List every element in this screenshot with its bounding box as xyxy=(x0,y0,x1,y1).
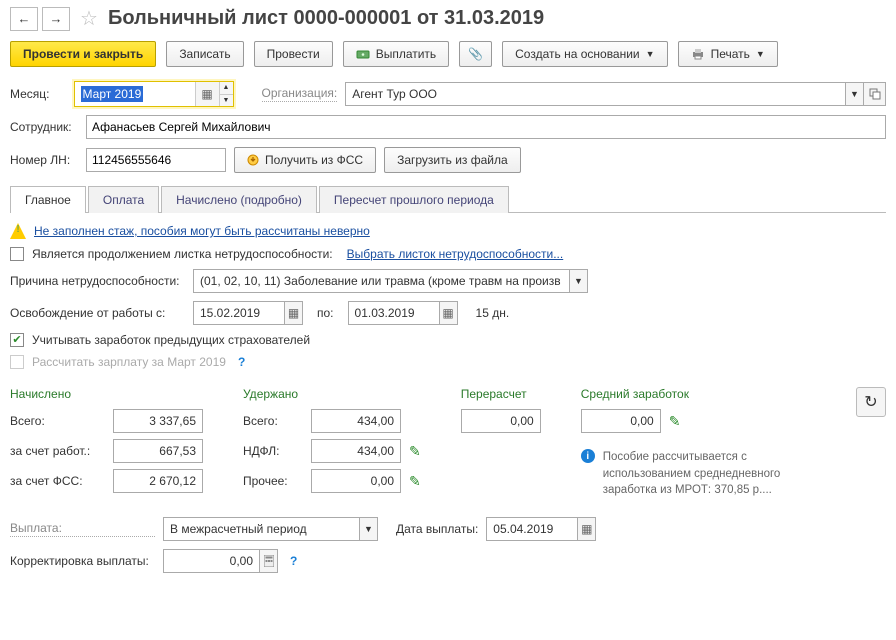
tab-main[interactable]: Главное xyxy=(10,186,86,213)
accrued-employer-field[interactable]: 667,53 xyxy=(113,439,203,463)
tab-prev-period-recalc[interactable]: Пересчет прошлого периода xyxy=(319,186,509,213)
withheld-total-field[interactable]: 434,00 xyxy=(311,409,401,433)
accrued-total-label: Всего: xyxy=(10,414,105,428)
warning-icon xyxy=(10,223,26,239)
printer-icon xyxy=(691,47,705,61)
recalc-field[interactable]: 0,00 xyxy=(461,409,541,433)
avg-info-text: Пособие рассчитывается с использованием … xyxy=(603,449,811,499)
edit-ndfl-icon[interactable]: ✎ xyxy=(409,443,421,460)
pay-button-label: Выплатить xyxy=(376,47,437,61)
edit-other-icon[interactable]: ✎ xyxy=(409,473,421,490)
withheld-ndfl-label: НДФЛ: xyxy=(243,444,303,458)
accrued-fss-label: за счет ФСС: xyxy=(10,474,105,488)
month-input[interactable]: Март 2019 ▦ ▲ ▼ xyxy=(74,81,234,107)
continuation-checkbox[interactable] xyxy=(10,247,24,261)
get-from-fss-button[interactable]: Получить из ФСС xyxy=(234,147,376,173)
month-up[interactable]: ▲ xyxy=(220,82,233,95)
employee-field[interactable] xyxy=(86,115,886,139)
prev-insurers-checkbox[interactable] xyxy=(10,333,24,347)
chevron-down-icon: ▼ xyxy=(756,49,765,59)
post-and-close-button[interactable]: Провести и закрыть xyxy=(10,41,156,67)
month-label: Месяц: xyxy=(10,87,50,101)
payout-type-dropdown[interactable]: ▼ xyxy=(360,517,378,541)
recompute-button[interactable]: ↻ xyxy=(856,387,886,417)
recalc-salary-checkbox xyxy=(10,355,24,369)
organization-label: Организация: xyxy=(262,86,338,102)
payout-date-label: Дата выплаты: xyxy=(396,522,478,536)
avg-earn-header: Средний заработок xyxy=(581,387,689,401)
period-to-label: по: xyxy=(317,306,334,320)
favorite-star-icon[interactable]: ☆ xyxy=(80,6,98,31)
payout-date-calendar[interactable]: ▦ xyxy=(578,517,596,541)
period-to-field[interactable]: 01.03.2019 xyxy=(348,301,440,325)
payout-correction-calc[interactable] xyxy=(260,549,278,573)
paperclip-icon: 📎 xyxy=(468,47,483,61)
info-icon: i xyxy=(581,449,595,463)
accrued-total-field[interactable]: 3 337,65 xyxy=(113,409,203,433)
download-icon xyxy=(247,154,259,166)
page-title: Больничный лист 0000-000001 от 31.03.201… xyxy=(108,7,544,30)
avg-earn-field[interactable]: 0,00 xyxy=(581,409,661,433)
ln-number-label: Номер ЛН: xyxy=(10,153,78,167)
create-based-on-button[interactable]: Создать на основании ▼ xyxy=(502,41,667,67)
period-days: 15 дн. xyxy=(476,306,510,320)
pay-button[interactable]: Выплатить xyxy=(343,41,450,67)
choose-ln-link[interactable]: Выбрать листок нетрудоспособности... xyxy=(347,247,564,261)
tab-payment[interactable]: Оплата xyxy=(88,186,159,213)
period-to-calendar[interactable]: ▦ xyxy=(440,301,458,325)
recalc-salary-label: Рассчитать зарплату за Март 2019 xyxy=(32,355,226,369)
reason-dropdown[interactable]: ▼ xyxy=(570,269,588,293)
save-button[interactable]: Записать xyxy=(166,41,243,67)
chevron-down-icon: ▼ xyxy=(646,49,655,59)
reason-field[interactable]: (01, 02, 10, 11) Заболевание или травма … xyxy=(193,269,570,293)
post-button[interactable]: Провести xyxy=(254,41,333,67)
period-from-field[interactable]: 15.02.2019 xyxy=(193,301,285,325)
month-down[interactable]: ▼ xyxy=(220,95,233,107)
accrued-employer-label: за счет работ.: xyxy=(10,444,105,458)
payout-type-field[interactable]: В межрасчетный период xyxy=(163,517,360,541)
money-icon xyxy=(356,47,370,61)
refresh-icon: ↻ xyxy=(864,392,877,412)
tab-accrued-detail[interactable]: Начислено (подробно) xyxy=(161,186,317,213)
payout-correction-label: Корректировка выплаты: xyxy=(10,554,155,568)
forward-button[interactable]: → xyxy=(42,7,70,31)
print-button[interactable]: Печать ▼ xyxy=(678,41,778,67)
withheld-ndfl-field[interactable]: 434,00 xyxy=(311,439,401,463)
warning-link[interactable]: Не заполнен стаж, пособия могут быть рас… xyxy=(34,224,370,238)
ln-number-field[interactable] xyxy=(86,148,226,172)
organization-dropdown[interactable]: ▼ xyxy=(846,82,864,106)
period-from-label: Освобождение от работы с: xyxy=(10,306,185,320)
create-based-label: Создать на основании xyxy=(515,47,640,61)
accrued-header: Начислено xyxy=(10,387,203,401)
tabs: Главное Оплата Начислено (подробно) Пере… xyxy=(10,185,886,213)
back-button[interactable]: ← xyxy=(10,7,38,31)
accrued-fss-field[interactable]: 2 670,12 xyxy=(113,469,203,493)
calendar-icon[interactable]: ▦ xyxy=(195,82,219,106)
toolbar: Провести и закрыть Записать Провести Вып… xyxy=(10,41,886,67)
prev-insurers-label: Учитывать заработок предыдущих страховат… xyxy=(32,333,310,347)
help-icon[interactable]: ? xyxy=(290,554,297,568)
payout-correction-field[interactable]: 0,00 xyxy=(163,549,260,573)
get-from-fss-label: Получить из ФСС xyxy=(265,153,363,167)
employee-label: Сотрудник: xyxy=(10,120,78,134)
organization-field[interactable]: Агент Тур ООО xyxy=(345,82,846,106)
withheld-header: Удержано xyxy=(243,387,421,401)
print-button-label: Печать xyxy=(711,47,750,61)
recalc-header: Перерасчет xyxy=(461,387,541,401)
period-from-calendar[interactable]: ▦ xyxy=(285,301,303,325)
withheld-other-field[interactable]: 0,00 xyxy=(311,469,401,493)
withheld-other-label: Прочее: xyxy=(243,474,303,488)
organization-open[interactable] xyxy=(864,82,886,106)
attachment-button[interactable]: 📎 xyxy=(459,41,492,67)
edit-avg-icon[interactable]: ✎ xyxy=(669,413,681,430)
continuation-label: Является продолжением листка нетрудоспос… xyxy=(32,247,333,261)
withheld-total-label: Всего: xyxy=(243,414,303,428)
payout-label: Выплата: xyxy=(10,521,155,537)
reason-label: Причина нетрудоспособности: xyxy=(10,274,185,288)
month-value: Март 2019 xyxy=(81,86,144,102)
payout-date-field[interactable]: 05.04.2019 xyxy=(486,517,578,541)
help-icon[interactable]: ? xyxy=(238,355,245,369)
load-from-file-button[interactable]: Загрузить из файла xyxy=(384,147,521,173)
